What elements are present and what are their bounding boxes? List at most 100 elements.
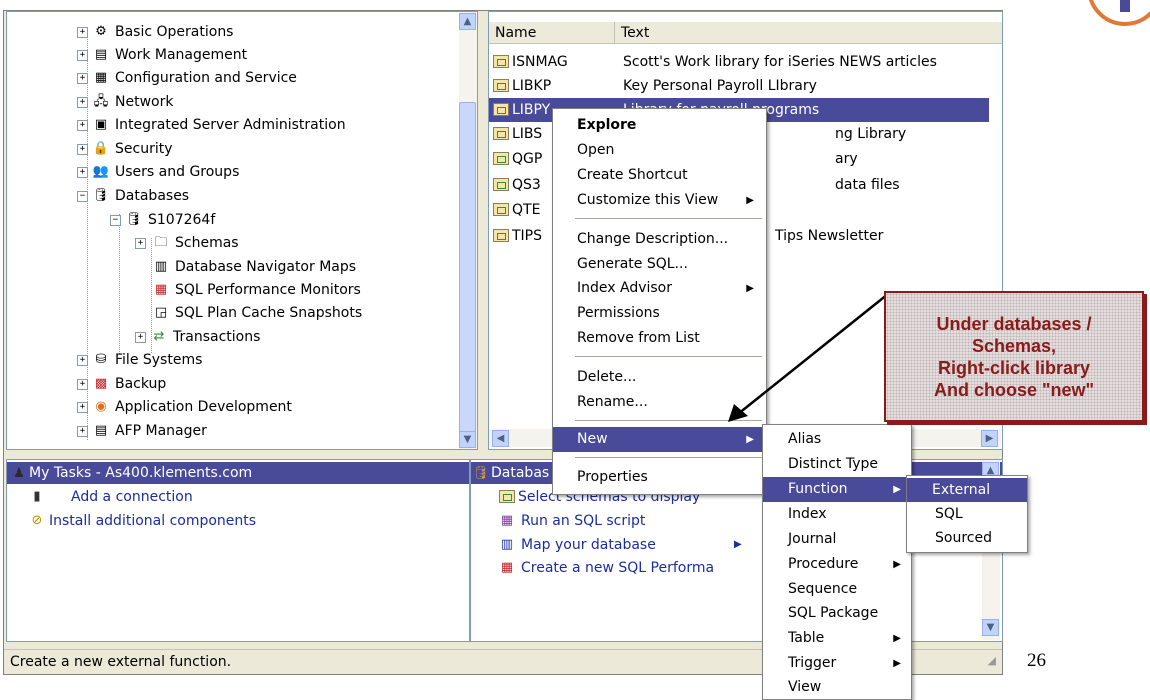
library-name: TIPS — [512, 228, 543, 244]
menu-item-index[interactable]: Index — [763, 502, 911, 527]
menu-item-open[interactable]: Open — [553, 138, 766, 163]
menu-item-sourced[interactable]: Sourced — [907, 526, 1027, 550]
library-name: LIBKP — [512, 78, 552, 94]
expand-icon[interactable]: + — [77, 50, 88, 61]
callout-arrow — [728, 293, 889, 422]
menu-item-create-shortcut[interactable]: Create Shortcut — [553, 163, 766, 188]
submenu-arrow-icon: ▶ — [746, 195, 754, 206]
column-header-text[interactable]: Text — [615, 22, 1002, 44]
library-text: ary — [835, 151, 858, 167]
afp-icon: ▤ — [94, 423, 108, 438]
menu-item-table[interactable]: Table ▶ — [763, 626, 911, 651]
expand-icon[interactable]: + — [77, 379, 88, 390]
list-row[interactable]: LIBS — [493, 122, 542, 146]
menu-item-properties[interactable]: Properties — [553, 465, 766, 490]
expand-icon[interactable]: + — [77, 355, 88, 366]
library-text: Scott's Work library for iSeries NEWS ar… — [623, 54, 937, 70]
expand-icon[interactable]: + — [77, 144, 88, 155]
submenu-arrow-icon: ▶ — [746, 434, 754, 445]
column-header-name[interactable]: Name — [489, 22, 615, 44]
menu-item-alias[interactable]: Alias — [763, 427, 911, 452]
menu-item-explore[interactable]: Explore — [553, 113, 766, 138]
scroll-up-icon[interactable]: ▲ — [459, 13, 476, 30]
list-row[interactable]: TIPS — [493, 224, 542, 248]
tree-item-label: Network — [115, 94, 174, 110]
list-row[interactable]: QGP — [493, 147, 542, 171]
collapse-icon[interactable]: − — [110, 215, 121, 226]
menu-item-label: Procedure — [788, 556, 859, 572]
scroll-down-icon[interactable]: ▼ — [459, 431, 476, 448]
tasks-title-bar: ♟ My Tasks - As400.klements.com — [7, 462, 469, 484]
library-icon — [493, 79, 509, 92]
expand-icon[interactable]: + — [77, 73, 88, 84]
list-row[interactable]: QS3 — [493, 173, 541, 197]
menu-item-sql-package[interactable]: SQL Package — [763, 601, 911, 626]
person-icon: ♟ — [13, 465, 25, 481]
menu-item-external[interactable]: External — [907, 478, 1027, 502]
menu-item-label: Customize this View — [577, 192, 719, 208]
list-row[interactable]: LIBKP — [493, 74, 551, 98]
menu-item-view[interactable]: View — [763, 675, 911, 700]
expand-icon[interactable]: + — [77, 426, 88, 437]
callout-arrowhead — [728, 404, 748, 422]
menu-item-distinct-type[interactable]: Distinct Type — [763, 452, 911, 477]
tree-scrollbar[interactable]: ▲ ▼ — [459, 12, 477, 449]
menu-item-change-description[interactable]: Change Description... — [553, 227, 766, 252]
menu-item-customize-view[interactable]: Customize this View ▶ — [553, 188, 766, 213]
callout-line: Right-click library — [937, 357, 1091, 378]
menu-item-label: Table — [788, 630, 825, 646]
page-number: 26 — [1027, 650, 1046, 671]
library-text: ng Library — [835, 126, 907, 142]
tree-item-label: Work Management — [115, 47, 248, 63]
tree-line — [119, 214, 120, 354]
scroll-down-icon[interactable]: ▼ — [982, 619, 999, 636]
resize-grip-icon[interactable]: ◢ — [988, 654, 996, 667]
schemas-icon: 🗀 — [154, 235, 168, 250]
task-label: Install additional components — [49, 513, 257, 529]
callout-line: Under databases / — [936, 313, 1092, 334]
tree-item-label: AFP Manager — [115, 423, 207, 439]
menu-item-journal[interactable]: Journal — [763, 527, 911, 552]
task-label: Run an SQL script — [521, 513, 646, 529]
callout-line: And choose "new" — [933, 379, 1095, 400]
install-icon: ⊘ — [31, 513, 43, 528]
sql-script-icon: ▦ — [500, 513, 514, 528]
expand-icon[interactable]: + — [135, 238, 146, 249]
menu-item-function[interactable]: Function ▶ — [763, 477, 911, 502]
transactions-icon: ⇄ — [153, 329, 165, 344]
scroll-left-icon[interactable]: ◀ — [492, 430, 509, 447]
expand-icon[interactable]: + — [77, 402, 88, 413]
tasks-pane: ♟ My Tasks - As400.klements.com ▮ Add a … — [6, 459, 470, 642]
backup-icon: ▩ — [94, 376, 108, 391]
menu-item-generate-sql[interactable]: Generate SQL... — [553, 252, 766, 277]
library-name: QS3 — [512, 177, 541, 193]
scroll-right-icon[interactable]: ▶ — [981, 430, 998, 447]
list-row[interactable]: ISNMAG — [493, 50, 568, 74]
tree-item-label: Transactions — [173, 329, 261, 345]
tree-scroll-thumb[interactable] — [459, 102, 476, 432]
tree-item-label: Security — [115, 141, 173, 157]
expand-icon[interactable]: + — [135, 332, 146, 343]
task-label: Add a connection — [71, 489, 193, 505]
performance-monitor-icon: ▦ — [500, 560, 514, 575]
tree-item-label: Application Development — [115, 399, 292, 415]
status-text: Create a new external function. — [10, 654, 232, 670]
expand-icon[interactable]: + — [77, 27, 88, 38]
menu-item-sql[interactable]: SQL — [907, 502, 1027, 526]
collapse-icon[interactable]: − — [77, 191, 88, 202]
menu-item-sequence[interactable]: Sequence — [763, 577, 911, 602]
expand-icon[interactable]: + — [77, 97, 88, 108]
expand-icon[interactable]: + — [77, 120, 88, 131]
menu-item-trigger[interactable]: Trigger ▶ — [763, 651, 911, 676]
menu-item-procedure[interactable]: Procedure ▶ — [763, 552, 911, 577]
computer-icon: ▮ — [33, 489, 41, 504]
menu-item-new[interactable]: New ▶ — [553, 427, 766, 452]
list-row[interactable]: QTE — [493, 198, 540, 222]
performance-monitor-icon: ▦ — [154, 282, 168, 297]
configuration-icon: ▦ — [94, 70, 108, 85]
menu-separator — [575, 218, 762, 219]
expand-icon[interactable]: + — [77, 167, 88, 178]
tree-item-label: Configuration and Service — [115, 70, 297, 86]
submenu-arrow-icon: ▶ — [893, 633, 901, 644]
databases-icon: 🛢 — [472, 465, 490, 481]
